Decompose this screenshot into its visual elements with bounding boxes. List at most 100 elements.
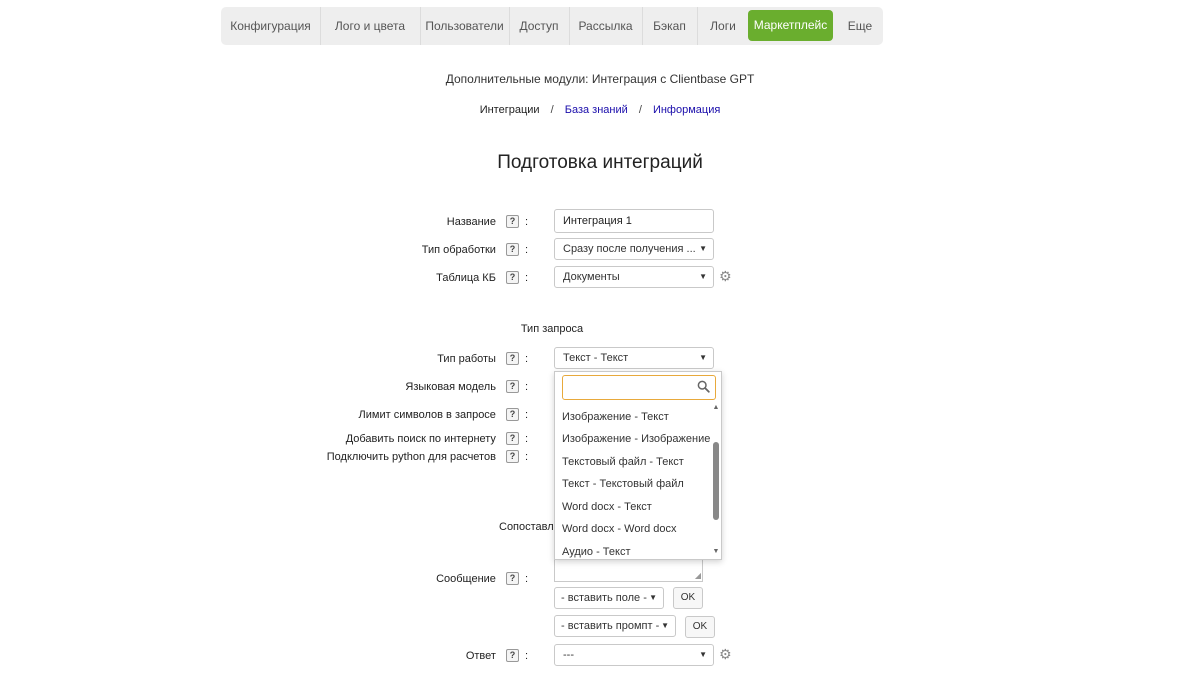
nav-item-logs[interactable]: Логи: [697, 7, 749, 45]
mapping-label: Сопоставле: [499, 521, 560, 533]
caret-down-icon: ▼: [699, 244, 707, 253]
dropdown-option[interactable]: Изображение - Текст: [562, 407, 669, 427]
answer-label-row: Ответ ? :: [466, 649, 528, 662]
python-label: Подключить python для расчетов: [326, 450, 496, 463]
gear-icon[interactable]: ⚙: [719, 269, 733, 283]
name-label: Название: [446, 215, 496, 228]
answer-select[interactable]: --- ▼: [554, 644, 714, 666]
breadcrumb-separator: /: [638, 104, 642, 116]
scrollbar-thumb[interactable]: [713, 442, 719, 520]
dropdown-scrollbar[interactable]: ▲ ▼: [712, 404, 720, 556]
nav-item-configuration[interactable]: Конфигурация: [221, 7, 321, 45]
internet-search-label: Добавить поиск по интернету: [345, 432, 496, 445]
dropdown-search-input[interactable]: [567, 377, 699, 400]
colon: :: [524, 215, 528, 228]
dropdown-option[interactable]: Текст - Текстовый файл: [562, 474, 684, 494]
help-icon[interactable]: ?: [505, 432, 519, 445]
dropdown-option[interactable]: Изображение - Изображение: [562, 429, 710, 449]
breadcrumb-link-knowledge-base[interactable]: База знаний: [565, 104, 628, 116]
language-model-label: Языковая модель: [405, 380, 496, 393]
caret-down-icon: ▼: [699, 650, 707, 659]
breadcrumb-current: Интеграции: [479, 104, 540, 116]
answer-label: Ответ: [465, 649, 496, 662]
work-type-label: Тип работы: [437, 352, 496, 365]
insert-field-value: - вставить поле -: [561, 592, 647, 604]
help-icon[interactable]: ?: [505, 271, 519, 284]
gear-icon[interactable]: ⚙: [719, 647, 733, 661]
breadcrumb-separator: /: [550, 104, 554, 116]
colon: :: [524, 432, 528, 445]
help-icon[interactable]: ?: [505, 352, 519, 365]
work-type-dropdown: Изображение - Текст Изображение - Изобра…: [554, 371, 722, 560]
colon: :: [524, 408, 528, 421]
nav-item-marketplace[interactable]: Маркетплейс: [748, 10, 833, 41]
insert-prompt-value: - вставить промпт -: [561, 620, 660, 632]
nav-item-logo-colors[interactable]: Лого и цвета: [320, 7, 421, 45]
resize-handle-icon[interactable]: ◢: [695, 572, 701, 580]
colon: :: [524, 649, 528, 662]
colon: :: [524, 380, 528, 393]
help-icon[interactable]: ?: [505, 408, 519, 421]
language-model-label-row: Языковая модель ? :: [405, 380, 528, 393]
caret-down-icon: ▼: [699, 353, 707, 362]
colon: :: [524, 243, 528, 256]
nav-item-mailing[interactable]: Рассылка: [569, 7, 643, 45]
insert-prompt-ok-button[interactable]: OK: [685, 616, 715, 638]
python-label-row: Подключить python для расчетов ? :: [327, 450, 528, 463]
caret-down-icon: ▼: [649, 593, 657, 602]
help-icon[interactable]: ?: [505, 243, 519, 256]
scroll-down-icon[interactable]: ▼: [712, 548, 720, 556]
nav-item-access[interactable]: Доступ: [509, 7, 570, 45]
help-icon[interactable]: ?: [505, 215, 519, 228]
dropdown-option[interactable]: Word docx - Текст: [562, 497, 652, 517]
message-textarea[interactable]: ◢: [554, 560, 703, 582]
processing-type-label-row: Тип обработки ? :: [422, 243, 528, 256]
processing-type-select[interactable]: Сразу после получения ... ▼: [554, 238, 714, 260]
colon: :: [524, 271, 528, 284]
work-type-value: Текст - Текст: [563, 352, 629, 364]
kb-table-select[interactable]: Документы ▼: [554, 266, 714, 288]
colon: :: [524, 352, 528, 365]
kb-table-label-row: Таблица КБ ? :: [436, 271, 528, 284]
nav-item-backup[interactable]: Бэкап: [642, 7, 698, 45]
kb-table-label: Таблица КБ: [436, 271, 496, 284]
char-limit-label: Лимит символов в запросе: [358, 408, 496, 421]
help-icon[interactable]: ?: [505, 450, 519, 463]
insert-field-select[interactable]: - вставить поле - ▼: [554, 587, 664, 609]
processing-type-value: Сразу после получения ...: [563, 243, 696, 255]
scroll-up-icon[interactable]: ▲: [712, 404, 720, 412]
nav-item-users[interactable]: Пользователи: [420, 7, 510, 45]
answer-value: ---: [563, 649, 574, 661]
module-subtitle: Дополнительные модули: Интеграция с Clie…: [445, 72, 755, 86]
nav-item-more[interactable]: Еще: [837, 7, 883, 45]
name-input[interactable]: Интеграция 1: [554, 209, 714, 233]
caret-down-icon: ▼: [661, 621, 669, 630]
processing-type-label: Тип обработки: [421, 243, 496, 256]
dropdown-option[interactable]: Word docx - Word docx: [562, 519, 677, 539]
dropdown-option[interactable]: Текстовый файл - Текст: [562, 452, 684, 472]
work-type-select[interactable]: Текст - Текст ▼: [554, 347, 714, 369]
insert-field-ok-button[interactable]: OK: [673, 587, 703, 609]
request-type-heading: Тип запроса: [520, 323, 584, 335]
colon: :: [524, 450, 528, 463]
breadcrumb-link-information[interactable]: Информация: [653, 104, 720, 116]
search-icon: [697, 380, 710, 393]
work-type-label-row: Тип работы ? :: [437, 352, 528, 365]
message-label-row: Сообщение ? :: [436, 572, 528, 585]
top-nav: Конфигурация Лого и цвета Пользователи Д…: [221, 7, 883, 45]
message-label: Сообщение: [436, 572, 496, 585]
insert-prompt-select[interactable]: - вставить промпт - ▼: [554, 615, 676, 637]
colon: :: [524, 572, 528, 585]
page-title: Подготовка интеграций: [497, 152, 703, 173]
dropdown-search: [562, 375, 716, 400]
help-icon[interactable]: ?: [505, 572, 519, 585]
breadcrumb: Интеграции / База знаний / Информация: [0, 104, 1200, 116]
internet-search-label-row: Добавить поиск по интернету ? :: [346, 432, 528, 445]
help-icon[interactable]: ?: [505, 649, 519, 662]
kb-table-value: Документы: [563, 271, 620, 283]
name-label-row: Название ? :: [447, 215, 528, 228]
caret-down-icon: ▼: [699, 272, 707, 281]
char-limit-label-row: Лимит символов в запросе ? :: [359, 408, 528, 421]
dropdown-option[interactable]: Аудио - Текст: [562, 542, 631, 559]
help-icon[interactable]: ?: [505, 380, 519, 393]
